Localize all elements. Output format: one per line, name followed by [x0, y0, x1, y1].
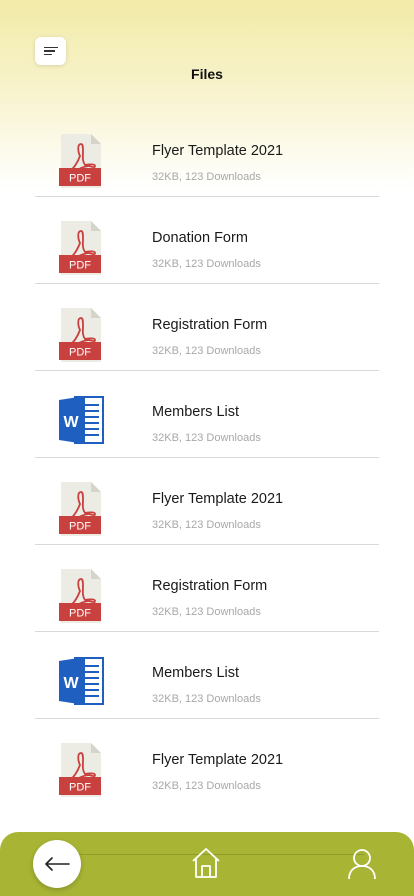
pdf-icon: PDF: [59, 134, 103, 188]
svg-text:W: W: [63, 414, 79, 431]
menu-button[interactable]: [35, 37, 66, 65]
file-name: Members List: [152, 665, 240, 681]
pdf-icon: PDF: [59, 221, 103, 275]
file-meta: 32KB, 123 Downloads: [152, 258, 261, 270]
files-screen: Files PDF Flyer Template 2021 32KB, 123 D…: [0, 0, 414, 896]
svg-text:PDF: PDF: [69, 173, 91, 185]
file-name: Registration Form: [152, 578, 268, 594]
file-meta: 32KB, 123 Downloads: [152, 519, 261, 531]
profile-button[interactable]: [346, 848, 378, 880]
file-name: Flyer Template 2021: [152, 143, 284, 159]
file-list-item[interactable]: PDF Registration Form 32KB, 123 Downloads: [35, 284, 379, 371]
menu-icon: [43, 47, 58, 55]
pdf-icon: PDF: [59, 569, 103, 623]
svg-text:W: W: [63, 675, 79, 692]
file-list-item[interactable]: PDF Flyer Template 2021 32KB, 123 Downloa…: [35, 458, 379, 545]
arrow-left-icon: [45, 857, 70, 871]
file-meta: 32KB, 123 Downloads: [152, 171, 261, 183]
word-icon: W: [59, 656, 104, 710]
file-list-item[interactable]: W Members List 32KB, 123 Downloads: [35, 371, 379, 458]
home-icon: [192, 848, 220, 878]
file-meta: 32KB, 123 Downloads: [152, 693, 261, 705]
file-list-item[interactable]: PDF Flyer Template 2021 32KB, 123 Downloa…: [35, 110, 379, 197]
user-icon: [348, 849, 376, 880]
file-meta: 32KB, 123 Downloads: [152, 345, 261, 357]
file-meta: 32KB, 123 Downloads: [152, 432, 261, 444]
file-list-item[interactable]: W Members List 32KB, 123 Downloads: [35, 632, 379, 719]
pdf-icon: PDF: [59, 308, 103, 362]
file-name: Members List: [152, 404, 240, 420]
svg-text:PDF: PDF: [69, 782, 91, 794]
file-list-item[interactable]: PDF Donation Form 32KB, 123 Downloads: [35, 197, 379, 284]
pdf-icon: PDF: [59, 482, 103, 536]
file-name: Registration Form: [152, 317, 268, 333]
page-title: Files: [191, 66, 223, 82]
svg-text:PDF: PDF: [69, 260, 91, 272]
svg-text:PDF: PDF: [69, 347, 91, 359]
file-meta: 32KB, 123 Downloads: [152, 606, 261, 618]
bottom-nav-bar: [0, 832, 414, 896]
file-list-item[interactable]: PDF Flyer Template 2021 32KB, 123 Downloa…: [35, 719, 379, 805]
pdf-icon: PDF: [59, 743, 103, 797]
home-button[interactable]: [190, 846, 222, 880]
file-list: PDF Flyer Template 2021 32KB, 123 Downloa…: [35, 110, 379, 805]
file-name: Flyer Template 2021: [152, 752, 284, 768]
file-name: Flyer Template 2021: [152, 491, 284, 507]
file-list-item[interactable]: PDF Registration Form 32KB, 123 Downloads: [35, 545, 379, 632]
back-button[interactable]: [33, 840, 81, 888]
svg-text:PDF: PDF: [69, 608, 91, 620]
file-meta: 32KB, 123 Downloads: [152, 780, 261, 792]
word-icon: W: [59, 395, 104, 449]
file-name: Donation Form: [152, 230, 248, 246]
svg-text:PDF: PDF: [69, 521, 91, 533]
